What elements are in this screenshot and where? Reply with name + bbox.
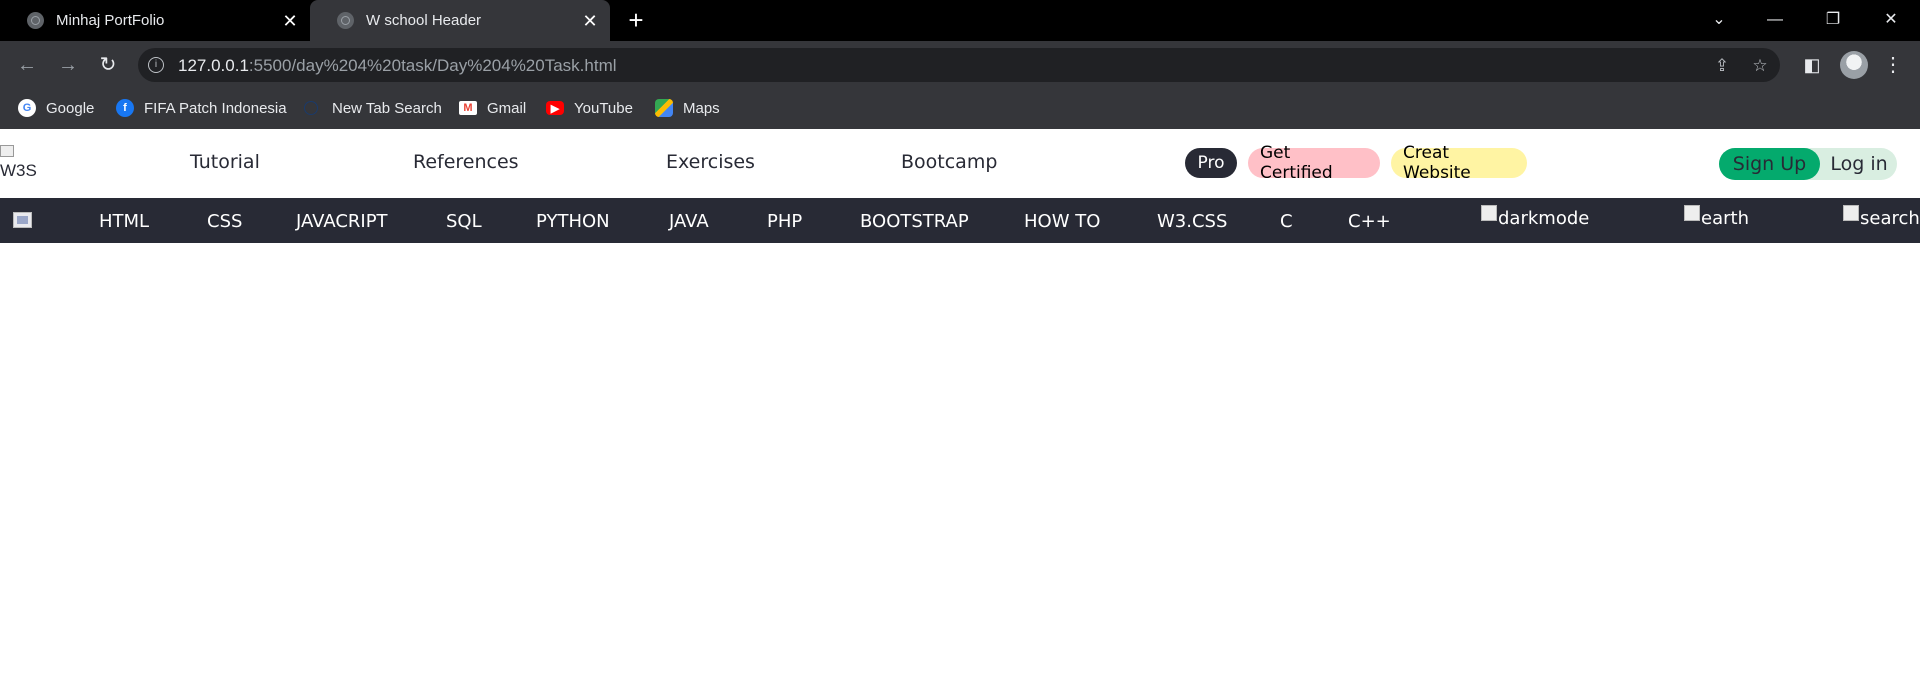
bookmarks-bar: G Google f FIFA Patch Indonesia New Tab …: [0, 88, 1920, 130]
subnav-bootstrap[interactable]: BOOTSTRAP: [860, 211, 969, 232]
search-icon: [304, 101, 318, 115]
logo-alt-text: W3S: [0, 161, 37, 180]
url-host: 127.0.0.1: [178, 56, 249, 75]
bookmark-label: Gmail: [487, 99, 527, 117]
tab-search-chevron-icon[interactable]: ⌄: [1707, 8, 1731, 32]
minimize-icon[interactable]: —: [1763, 8, 1787, 32]
browser-tab-strip: Minhaj PortFolio ✕ W school Header ✕ + ⌄…: [0, 0, 1920, 41]
bookmark-label: New Tab Search: [332, 99, 442, 117]
subnav-css[interactable]: CSS: [207, 211, 242, 232]
subnav-w3css[interactable]: W3.CSS: [1157, 211, 1227, 232]
share-icon[interactable]: ⇪: [1712, 56, 1732, 76]
gmail-icon: M: [459, 101, 477, 115]
info-icon[interactable]: i: [148, 57, 164, 73]
close-icon[interactable]: ✕: [280, 11, 300, 31]
tab-w-school-header[interactable]: W school Header ✕: [310, 0, 610, 41]
w3s-logo[interactable]: W3S: [0, 145, 42, 181]
bookmark-gmail[interactable]: M Gmail: [459, 96, 526, 120]
google-icon: G: [18, 99, 36, 117]
broken-image-icon: [0, 145, 14, 157]
tab-title: W school Header: [366, 12, 482, 29]
subnav-python[interactable]: PYTHON: [536, 211, 610, 232]
browser-toolbar: ← → ↻ i 127.0.0.1:5500/day%204%20task/Da…: [0, 41, 1920, 88]
restore-icon[interactable]: ❐: [1821, 8, 1845, 32]
top-navigation: W3S Tutorial References Exercises Bootca…: [0, 129, 1920, 198]
darkmode-alt-text: darkmode: [1498, 208, 1590, 229]
bookmark-label: FIFA Patch Indonesia: [144, 99, 287, 117]
subnav-javascript[interactable]: JAVACRIPT: [296, 211, 388, 232]
bookmark-new-tab-search[interactable]: New Tab Search: [304, 96, 442, 120]
close-icon[interactable]: ✕: [580, 11, 600, 31]
tab-minhaj-portfolio[interactable]: Minhaj PortFolio ✕: [0, 0, 310, 41]
nav-exercises[interactable]: Exercises: [666, 151, 755, 173]
earth-alt-text: earth: [1701, 208, 1749, 229]
back-arrow-icon[interactable]: ←: [15, 53, 39, 77]
bookmark-label: YouTube: [574, 99, 633, 117]
reload-icon[interactable]: ↻: [96, 53, 120, 77]
new-tab-button[interactable]: +: [624, 7, 648, 33]
subnav-html[interactable]: HTML: [99, 211, 149, 232]
bookmark-label: Google: [46, 99, 95, 117]
broken-image-icon: [1843, 204, 1859, 221]
bookmark-star-icon[interactable]: ☆: [1750, 56, 1770, 76]
subnav-cpp[interactable]: C++: [1348, 211, 1391, 232]
search-icon[interactable]: search: [1843, 204, 1920, 229]
forward-arrow-icon[interactable]: →: [56, 53, 80, 77]
earth-icon[interactable]: earth: [1684, 204, 1749, 229]
more-menu-icon[interactable]: ⋮: [1881, 53, 1905, 77]
pro-button[interactable]: Pro: [1185, 148, 1237, 178]
globe-icon: [27, 12, 44, 29]
darkmode-icon[interactable]: darkmode: [1481, 204, 1590, 229]
maps-icon: [655, 99, 673, 117]
broken-image-icon: [1684, 204, 1700, 221]
bookmark-label: Maps: [683, 99, 720, 117]
get-certified-button[interactable]: Get Certified: [1248, 143, 1380, 183]
youtube-icon: ▶: [546, 101, 564, 115]
bookmark-maps[interactable]: Maps: [655, 96, 720, 120]
window-close-icon[interactable]: ✕: [1879, 8, 1903, 32]
page-viewport: W3S Tutorial References Exercises Bootca…: [0, 129, 1920, 686]
bookmark-google[interactable]: G Google: [18, 96, 94, 120]
facebook-icon: f: [116, 99, 134, 117]
nav-references[interactable]: References: [413, 151, 519, 173]
bookmark-youtube[interactable]: ▶ YouTube: [546, 96, 633, 120]
address-url[interactable]: 127.0.0.1:5500/day%204%20task/Day%204%20…: [178, 56, 617, 76]
subnav-c[interactable]: C: [1280, 211, 1293, 232]
side-panel-icon[interactable]: ◧: [1800, 53, 1824, 77]
subnav-php[interactable]: PHP: [767, 211, 802, 232]
subnav-how-to[interactable]: HOW TO: [1024, 211, 1100, 232]
nav-tutorial[interactable]: Tutorial: [190, 151, 260, 173]
tab-title: Minhaj PortFolio: [56, 12, 165, 29]
sign-up-button[interactable]: Sign Up: [1719, 148, 1820, 180]
url-path: :5500/day%204%20task/Day%204%20Task.html: [248, 56, 617, 75]
sub-navigation: HTML CSS JAVACRIPT SQL PYTHON JAVA PHP B…: [0, 198, 1920, 243]
globe-icon: [337, 12, 354, 29]
create-website-button[interactable]: Creat Website: [1391, 143, 1527, 183]
search-alt-text: search: [1860, 208, 1920, 229]
auth-group: Sign Up Log in: [1719, 148, 1897, 180]
profile-avatar[interactable]: [1840, 51, 1868, 79]
nav-bootcamp[interactable]: Bootcamp: [901, 151, 997, 173]
subnav-java[interactable]: JAVA: [669, 211, 709, 232]
log-in-button[interactable]: Log in: [1824, 148, 1894, 180]
broken-image-icon: [1481, 204, 1497, 221]
address-bar[interactable]: i 127.0.0.1:5500/day%204%20task/Day%204%…: [138, 48, 1780, 82]
bookmark-fifa-patch[interactable]: f FIFA Patch Indonesia: [116, 96, 287, 120]
subnav-sql[interactable]: SQL: [446, 211, 482, 232]
menu-icon[interactable]: [13, 212, 32, 228]
